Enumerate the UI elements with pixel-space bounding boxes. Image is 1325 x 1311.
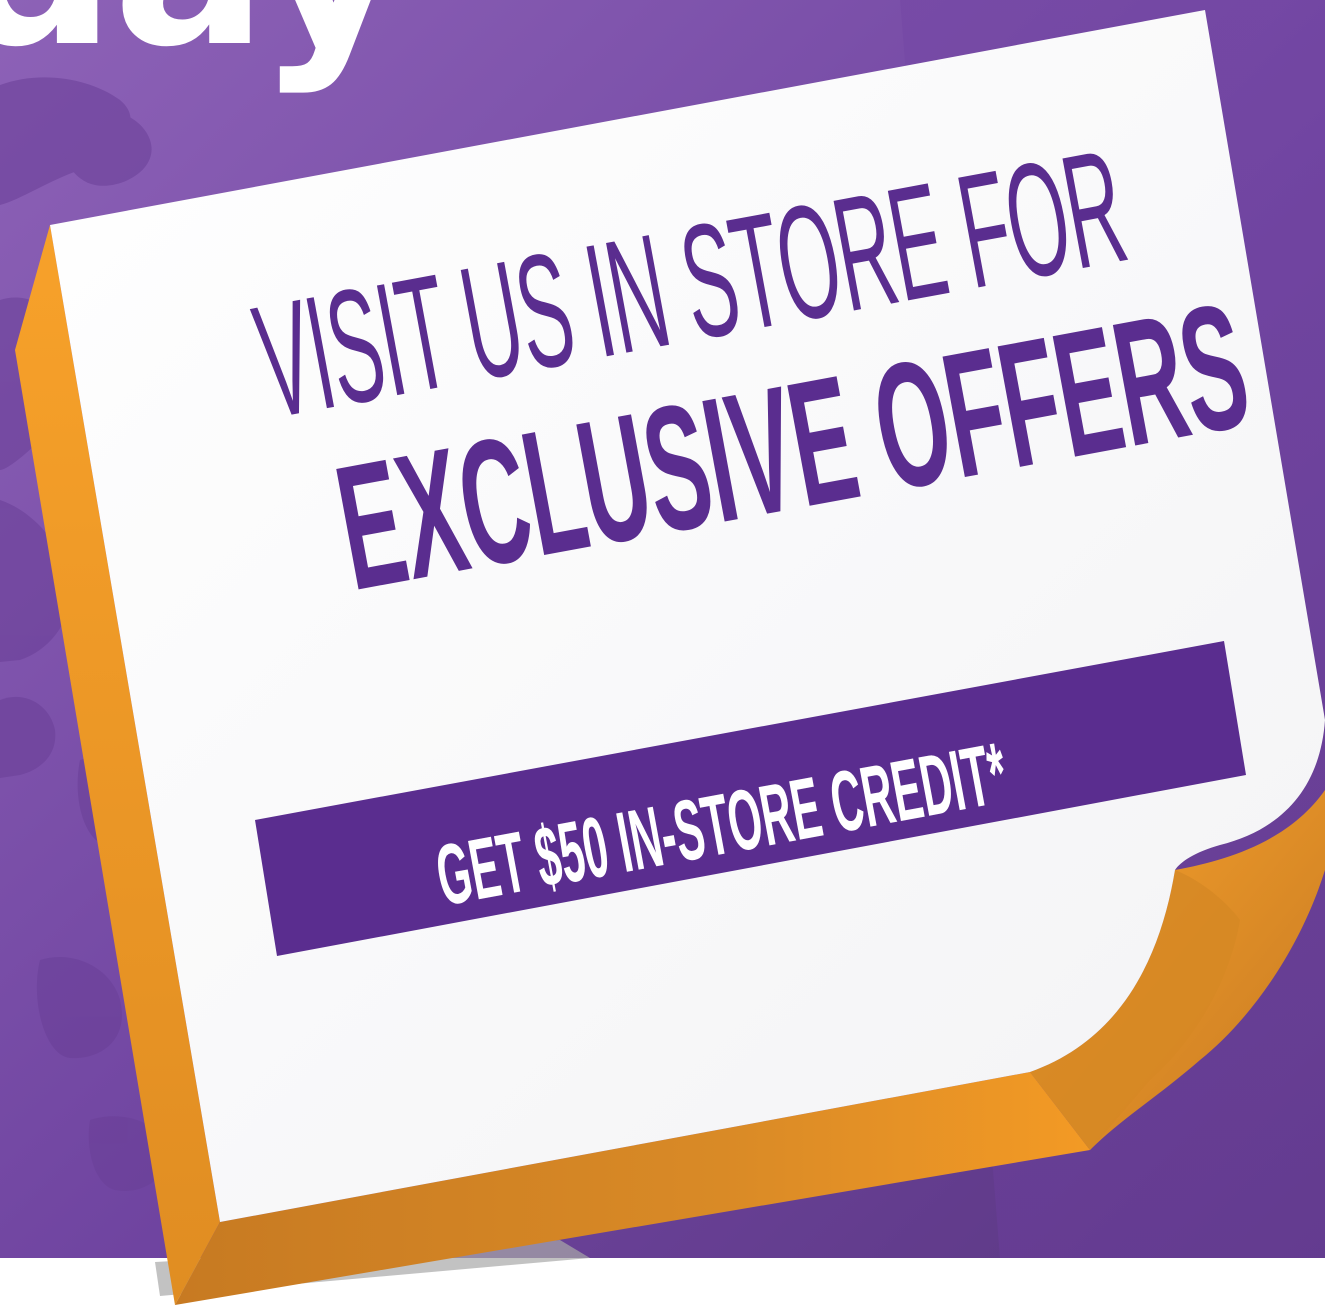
credit-banner-label: GET $50 IN-STORE CREDIT* [429,625,1325,925]
background-headline: day [0,0,407,80]
card-curl-shadow [1030,870,1240,1150]
card-bottom-edge [175,1072,1090,1305]
card-shadow [155,1240,590,1296]
card-left-edge [15,225,220,1305]
offer-headline: VISIT US IN STORE FOR EXCLUSIVE OFFERS [243,103,1292,628]
card-curl-edge [1030,790,1325,1150]
credit-offer-text: GET $50 IN-STORE CREDIT* [429,724,1015,925]
promo-graphic: day VISIT US IN STORE FOR EXCLUSIVE OFFE… [0,0,1325,1311]
world-map-silhouette [0,77,166,1191]
